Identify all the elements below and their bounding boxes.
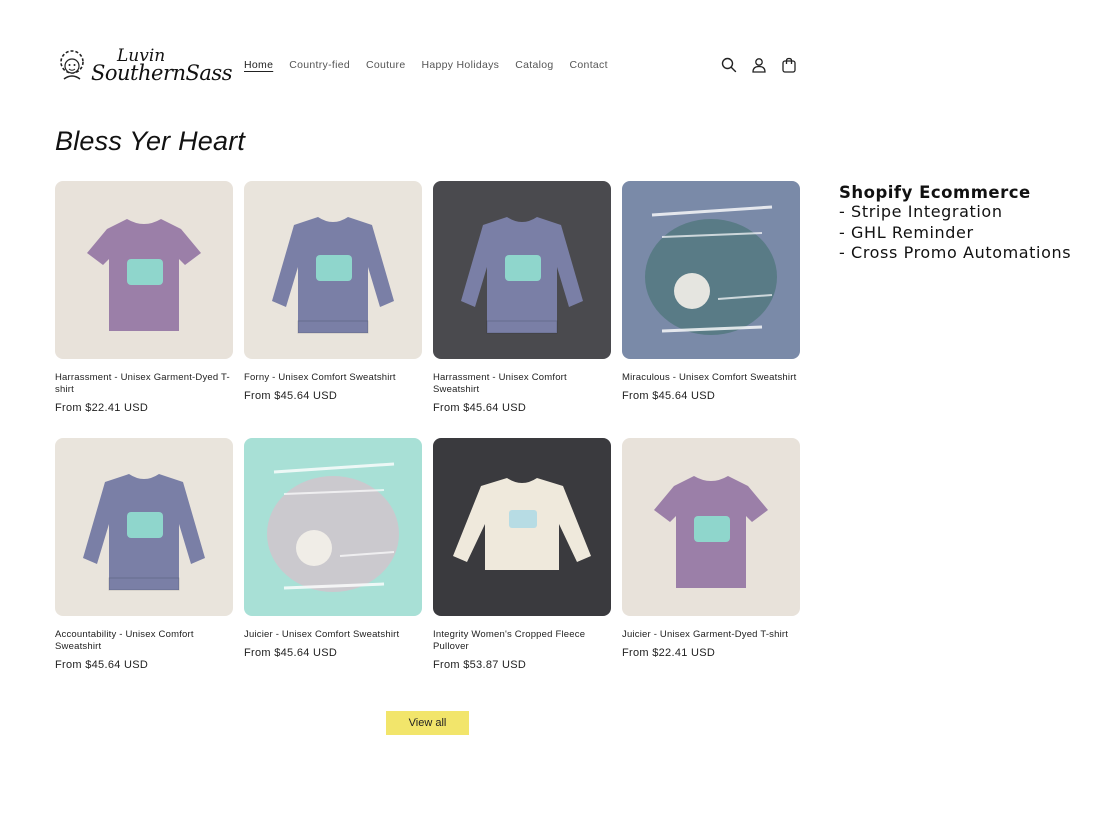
cart-icon[interactable] xyxy=(780,56,798,74)
product-title[interactable]: Integrity Women's Cropped Fleece Pullove… xyxy=(433,629,611,653)
product-illustration xyxy=(453,478,591,570)
product-illustration xyxy=(272,217,394,334)
product-illustration xyxy=(267,462,399,592)
brand-wordmark: Luvin SouthernSass xyxy=(91,47,232,86)
product-card[interactable]: Miraculous - Unisex Comfort Sweatshirt F… xyxy=(622,181,800,438)
product-price: From $45.64 USD xyxy=(622,390,716,402)
view-all-button[interactable]: View all xyxy=(386,711,469,735)
search-icon[interactable] xyxy=(720,56,738,74)
product-card[interactable]: Forny - Unisex Comfort Sweatshirt From $… xyxy=(244,181,422,438)
brand-line-2: SouthernSass xyxy=(91,61,232,86)
main-nav: Home Country-fied Couture Happy Holidays… xyxy=(244,59,608,71)
logo-portrait-icon xyxy=(55,49,89,83)
product-price: From $45.64 USD xyxy=(55,659,149,671)
collection-title: Bless Yer Heart xyxy=(55,126,246,156)
product-illustration xyxy=(87,219,201,331)
nav-catalog[interactable]: Catalog xyxy=(515,59,553,71)
nav-happy-holidays[interactable]: Happy Holidays xyxy=(421,59,499,71)
product-title[interactable]: Accountability - Unisex Comfort Sweatshi… xyxy=(55,629,233,653)
product-title[interactable]: Juicier - Unisex Garment-Dyed T-shirt xyxy=(622,629,800,641)
header-icons xyxy=(720,56,798,74)
overlay-list: - Stripe Integration - GHL Reminder - Cr… xyxy=(839,202,1071,264)
product-image[interactable] xyxy=(622,181,800,359)
product-image[interactable] xyxy=(433,181,611,359)
site-header: Luvin SouthernSass Home Country-fied Cou… xyxy=(55,40,805,92)
product-image[interactable] xyxy=(244,181,422,359)
product-image[interactable] xyxy=(622,438,800,616)
product-title[interactable]: Harrassment - Unisex Comfort Sweatshirt xyxy=(433,372,611,396)
product-price: From $45.64 USD xyxy=(244,390,338,402)
overlay-item: - Cross Promo Automations xyxy=(839,243,1072,262)
product-price: From $45.64 USD xyxy=(244,647,338,659)
product-card[interactable]: Juicier - Unisex Comfort Sweatshirt From… xyxy=(244,438,422,695)
product-card[interactable]: Integrity Women's Cropped Fleece Pullove… xyxy=(433,438,611,695)
brand-logo[interactable]: Luvin SouthernSass xyxy=(55,42,232,90)
product-price: From $22.41 USD xyxy=(55,402,149,414)
product-card[interactable]: Juicier - Unisex Garment-Dyed T-shirt Fr… xyxy=(622,438,800,695)
product-image[interactable] xyxy=(55,438,233,616)
product-card[interactable]: Harrassment - Unisex Comfort Sweatshirt … xyxy=(433,181,611,438)
product-image[interactable] xyxy=(433,438,611,616)
overlay-item: - Stripe Integration xyxy=(839,202,1003,221)
product-title[interactable]: Juicier - Unisex Comfort Sweatshirt xyxy=(244,629,422,641)
product-image[interactable] xyxy=(55,181,233,359)
product-illustration xyxy=(461,217,583,334)
overlay-item: - GHL Reminder xyxy=(839,222,974,242)
product-card[interactable]: Harrassment - Unisex Garment-Dyed T-shir… xyxy=(55,181,233,438)
nav-home[interactable]: Home xyxy=(244,59,273,71)
product-title[interactable]: Harrassment - Unisex Garment-Dyed T-shir… xyxy=(55,372,233,396)
product-grid: Harrassment - Unisex Garment-Dyed T-shir… xyxy=(55,181,801,695)
product-title[interactable]: Forny - Unisex Comfort Sweatshirt xyxy=(244,372,422,384)
product-illustration xyxy=(654,476,768,588)
product-image[interactable] xyxy=(244,438,422,616)
product-card[interactable]: Accountability - Unisex Comfort Sweatshi… xyxy=(55,438,233,695)
overlay-heading: Shopify Ecommerce xyxy=(839,183,1031,202)
feature-overlay: Shopify Ecommerce - Stripe Integration -… xyxy=(839,183,1071,264)
nav-contact[interactable]: Contact xyxy=(570,59,608,71)
product-price: From $53.87 USD xyxy=(433,659,527,671)
nav-country-fied[interactable]: Country-fied xyxy=(289,59,350,71)
product-price: From $22.41 USD xyxy=(622,647,716,659)
nav-couture[interactable]: Couture xyxy=(366,59,405,71)
account-icon[interactable] xyxy=(750,56,768,74)
product-illustration xyxy=(83,474,205,591)
product-title[interactable]: Miraculous - Unisex Comfort Sweatshirt xyxy=(622,372,800,384)
product-price: From $45.64 USD xyxy=(433,402,527,414)
product-illustration xyxy=(645,205,777,335)
